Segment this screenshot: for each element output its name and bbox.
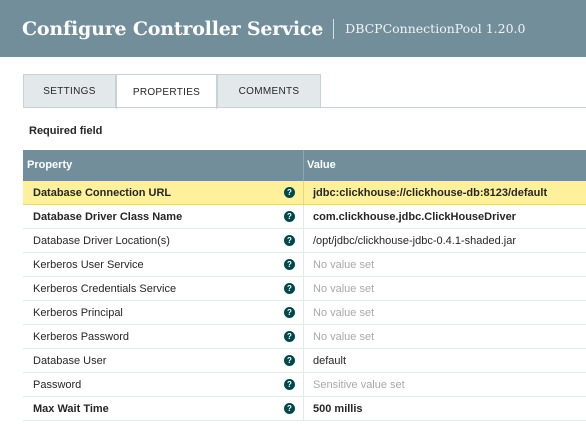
property-row[interactable]: Max Wait Time? 500 millis <box>23 397 586 421</box>
property-name: Database Driver Class Name <box>33 211 183 223</box>
dialog-title: Configure Controller Service <box>22 17 324 40</box>
property-name: Password <box>33 379 82 391</box>
dialog-header: Configure Controller Service DBCPConnect… <box>0 0 586 57</box>
property-value[interactable]: No value set <box>313 283 374 295</box>
title-separator <box>333 18 335 39</box>
help-icon[interactable]: ? <box>284 235 295 246</box>
property-name: Database User <box>33 355 107 367</box>
required-field-label: Required field <box>29 125 103 137</box>
header-column-divider <box>303 150 304 181</box>
property-value[interactable]: No value set <box>313 331 374 343</box>
tab-settings[interactable]: SETTINGS <box>23 74 116 108</box>
property-value[interactable]: No value set <box>313 307 374 319</box>
property-row[interactable]: Kerberos User Service? No value set <box>23 253 586 277</box>
column-divider <box>303 349 304 372</box>
dialog-subtitle: DBCPConnectionPool 1.20.0 <box>345 21 526 36</box>
column-divider <box>303 205 304 228</box>
property-value[interactable]: com.clickhouse.jdbc.ClickHouseDriver <box>313 211 516 223</box>
help-icon[interactable]: ? <box>284 307 295 318</box>
column-divider <box>303 277 304 300</box>
property-row[interactable]: Kerberos Principal? No value set <box>23 301 586 325</box>
property-row[interactable]: Database Driver Class Name? com.clickhous… <box>23 205 586 229</box>
column-divider <box>303 373 304 396</box>
property-name: Max Wait Time <box>33 403 109 415</box>
properties-grid-body: Database Connection URL? jdbc:clickhouse:… <box>23 181 586 421</box>
help-icon[interactable]: ? <box>284 355 295 366</box>
property-row[interactable]: Password? Sensitive value set <box>23 373 586 397</box>
property-name: Kerberos Credentials Service <box>33 283 177 295</box>
property-value[interactable]: default <box>313 355 346 367</box>
tab-underline <box>23 107 586 108</box>
property-row[interactable]: Kerberos Credentials Service? No value se… <box>23 277 586 301</box>
property-name: Kerberos Principal <box>33 307 123 319</box>
property-value[interactable]: Sensitive value set <box>313 379 405 391</box>
property-row[interactable]: Database Driver Location(s)? /opt/jdbc/cl… <box>23 229 586 253</box>
property-row[interactable]: Kerberos Password? No value set <box>23 325 586 349</box>
property-value[interactable]: No value set <box>313 259 374 271</box>
tab-comments[interactable]: COMMENTS <box>217 74 321 108</box>
property-value[interactable]: 500 millis <box>313 403 363 415</box>
help-icon[interactable]: ? <box>284 283 295 294</box>
column-divider <box>303 325 304 348</box>
column-header-property[interactable]: Property <box>27 159 72 171</box>
property-value[interactable]: /opt/jdbc/clickhouse-jdbc-0.4.1-shaded.j… <box>313 235 516 247</box>
tab-bar: SETTINGS PROPERTIES COMMENTS <box>23 74 321 109</box>
help-icon[interactable]: ? <box>284 379 295 390</box>
properties-grid-header: Property Value <box>23 150 586 181</box>
column-divider <box>303 397 304 420</box>
help-icon[interactable]: ? <box>284 259 295 270</box>
tab-properties[interactable]: PROPERTIES <box>116 74 217 109</box>
property-row[interactable]: Database User? default <box>23 349 586 373</box>
help-icon[interactable]: ? <box>284 211 295 222</box>
help-icon[interactable]: ? <box>284 331 295 342</box>
help-icon[interactable]: ? <box>284 187 295 198</box>
help-icon[interactable]: ? <box>284 403 295 414</box>
property-value[interactable]: jdbc:clickhouse://clickhouse-db:8123/def… <box>313 187 547 199</box>
property-row[interactable]: Database Connection URL? jdbc:clickhouse:… <box>23 181 586 205</box>
property-name: Kerberos User Service <box>33 259 144 271</box>
property-name: Database Connection URL <box>33 187 172 199</box>
column-divider <box>303 301 304 324</box>
column-divider <box>303 253 304 276</box>
column-header-value[interactable]: Value <box>307 159 336 171</box>
column-divider <box>303 181 304 204</box>
property-name: Kerberos Password <box>33 331 129 343</box>
column-divider <box>303 229 304 252</box>
property-name: Database Driver Location(s) <box>33 235 170 247</box>
